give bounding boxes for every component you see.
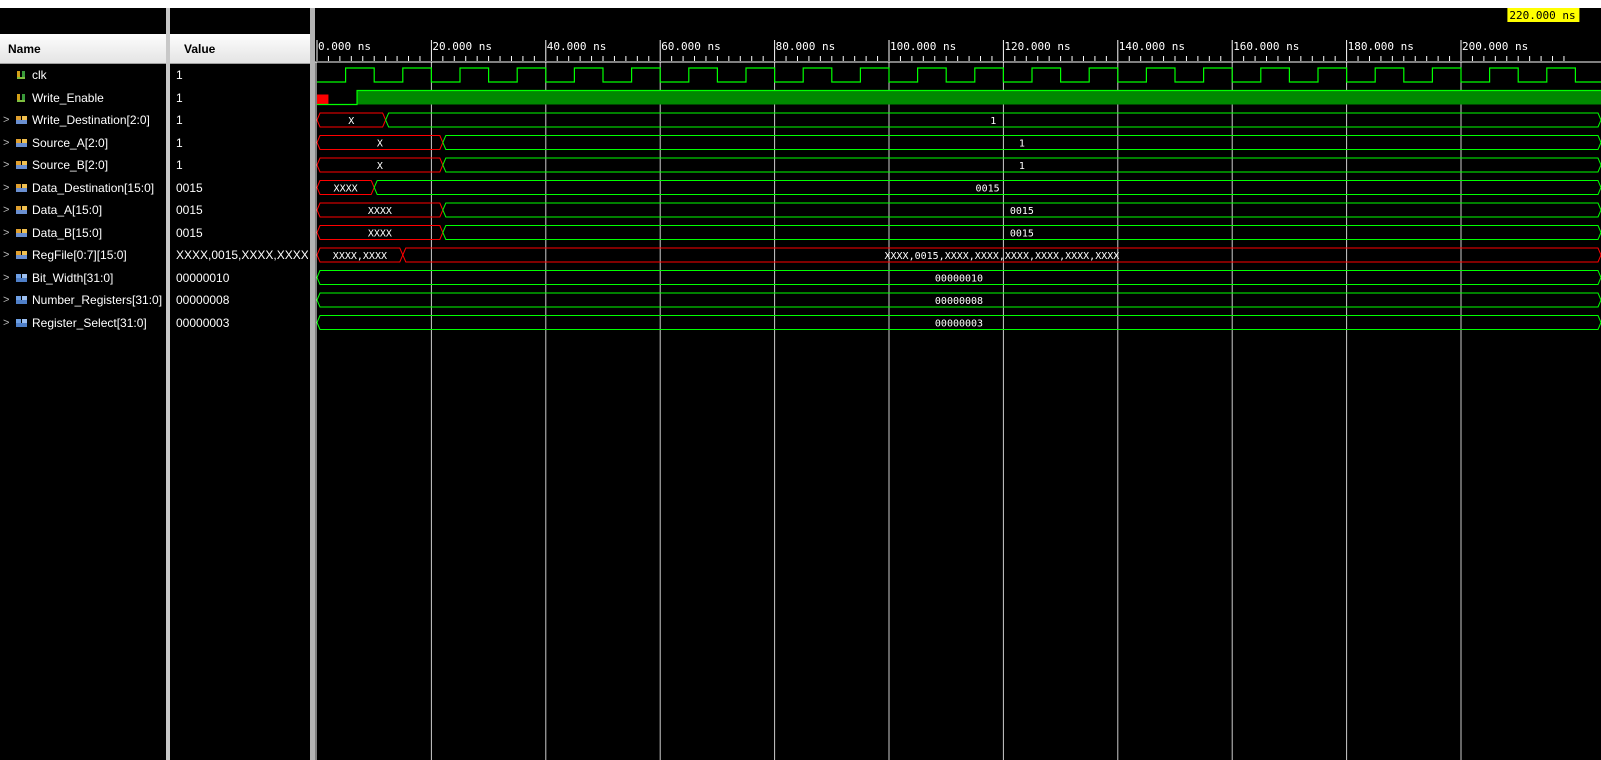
bus-value-segment-label: 0015 bbox=[1010, 229, 1034, 240]
expand-chevron-icon[interactable]: > bbox=[3, 312, 12, 334]
bus-signal-icon bbox=[16, 161, 27, 169]
tick-label: 80.000 ns bbox=[776, 40, 836, 53]
signal-name: Register_Select[31:0] bbox=[32, 315, 147, 330]
tick-label: 120.000 ns bbox=[1004, 40, 1070, 53]
signal-value: 1 bbox=[176, 90, 183, 105]
signal-value: 1 bbox=[176, 135, 183, 150]
signal-row[interactable]: > Data_Destination[15:0] bbox=[0, 177, 166, 199]
signal-value: 1 bbox=[176, 113, 183, 127]
param-signal-icon bbox=[16, 273, 27, 282]
expand-chevron-icon[interactable]: > bbox=[3, 154, 12, 176]
bus-unknown-segment-label: XXXX,XXXX bbox=[333, 251, 387, 262]
signal-value: 1 bbox=[176, 68, 183, 82]
bus-signal-icon bbox=[16, 183, 27, 192]
signal-row[interactable]: > Data_A[15:0] bbox=[0, 199, 166, 221]
signal-row[interactable]: > Bit_Width[31:0] bbox=[0, 267, 166, 289]
bus-unknown-segment-label: X bbox=[348, 116, 354, 127]
signal-value: 1 bbox=[176, 158, 183, 172]
signal-name: Data_B[15:0] bbox=[32, 225, 103, 240]
expand-chevron-icon[interactable]: > bbox=[3, 267, 12, 289]
tick-label: 60.000 ns bbox=[661, 40, 721, 53]
waveform-window: Name Value clk 1 Write_Enable 1 > Write_Desti… bbox=[0, 8, 1601, 760]
signal-name: Source_B[2:0] bbox=[32, 158, 109, 172]
signal-value: 00000008 bbox=[176, 293, 230, 307]
signal-name: RegFile[0:7][15:0] bbox=[32, 248, 127, 262]
tick-label: 140.000 ns bbox=[1119, 40, 1185, 53]
bus-signal-icon bbox=[16, 116, 27, 124]
signal-name: Write_Destination[2:0] bbox=[32, 113, 150, 127]
tick-label: 200.000 ns bbox=[1462, 40, 1528, 53]
bus-unknown-segment-label: XXXX bbox=[368, 229, 392, 240]
signal-name: Write_Enable bbox=[32, 90, 104, 105]
expand-chevron-icon[interactable]: > bbox=[3, 199, 12, 221]
bit-signal-icon bbox=[17, 71, 25, 79]
bus-signal-icon bbox=[16, 138, 27, 147]
signal-value: 0015 bbox=[176, 180, 203, 195]
tick-label: 40.000 ns bbox=[547, 40, 607, 53]
name-header[interactable]: Name bbox=[0, 34, 166, 64]
waveform-canvas[interactable]: 0.000 ns 20.000 ns 40.000 ns 60.000 ns 80.00… bbox=[315, 8, 1601, 760]
bit-signal-icon bbox=[17, 93, 25, 102]
signal-name: Source_A[2:0] bbox=[32, 135, 109, 150]
signal-name: clk bbox=[32, 68, 47, 82]
unknown-segment bbox=[317, 94, 329, 105]
expand-chevron-icon[interactable]: > bbox=[3, 109, 12, 131]
signal-name: Data_A[15:0] bbox=[32, 203, 103, 217]
signal-row[interactable]: > RegFile[0:7][15:0] bbox=[0, 244, 166, 266]
expand-chevron-icon[interactable]: > bbox=[3, 244, 12, 266]
signal-name: Data_Destination[15:0] bbox=[32, 180, 155, 195]
signal-value: 0015 bbox=[176, 225, 203, 240]
signal-row[interactable]: > Number_Registers[31:0] bbox=[0, 289, 166, 311]
bus-value-segment-label: 1 bbox=[990, 116, 996, 127]
clk-waveform bbox=[317, 67, 1601, 83]
bus-unknown-segment-label: X bbox=[377, 161, 383, 172]
signal-row[interactable]: > Register_Select[31:0] bbox=[0, 312, 166, 334]
tick-label: 180.000 ns bbox=[1348, 40, 1414, 53]
expand-chevron-icon[interactable]: > bbox=[3, 132, 12, 154]
cursor-label: 220.000 ns bbox=[1509, 9, 1575, 22]
signal-row[interactable]: > Source_A[2:0] bbox=[0, 132, 166, 154]
bus-value-segment-label: 0015 bbox=[1010, 206, 1034, 217]
bus-unknown-segment-label: XXXX bbox=[334, 184, 358, 195]
bus-value-segment-label: 1 bbox=[1019, 139, 1025, 150]
signal-value: XXXX,0015,XXXX,XXXX,XX bbox=[176, 248, 308, 262]
bus-signal-icon bbox=[16, 228, 27, 237]
bus-unknown-segment-label: X bbox=[377, 139, 383, 150]
expand-chevron-icon[interactable]: > bbox=[3, 222, 12, 244]
param-waveform-label: 00000003 bbox=[935, 319, 983, 330]
signal-name: Bit_Width[31:0] bbox=[32, 270, 114, 285]
signal-row[interactable]: > Source_B[2:0] bbox=[0, 154, 166, 176]
param-signal-icon bbox=[16, 296, 27, 304]
tick-label: 0.000 ns bbox=[318, 40, 371, 53]
signal-row[interactable]: Write_Enable bbox=[0, 87, 166, 109]
write-enable-high-fill bbox=[357, 90, 1601, 105]
bus-value-segment-label: 1 bbox=[1019, 161, 1025, 172]
expand-chevron-icon[interactable]: > bbox=[3, 177, 12, 199]
expand-chevron-icon[interactable]: > bbox=[3, 289, 12, 311]
param-signal-icon bbox=[16, 318, 27, 327]
value-header[interactable]: Value bbox=[170, 34, 310, 64]
signal-value: 00000010 bbox=[176, 270, 230, 285]
bus-unknown-segment-label: XXXX bbox=[368, 206, 392, 217]
param-waveform-label: 00000008 bbox=[935, 296, 983, 307]
tick-label: 160.000 ns bbox=[1233, 40, 1299, 53]
bus-signal-icon bbox=[16, 251, 27, 259]
signal-value: 00000003 bbox=[176, 315, 230, 330]
signal-row[interactable]: clk bbox=[0, 64, 166, 86]
signal-name: Number_Registers[31:0] bbox=[32, 293, 163, 307]
title-strip bbox=[0, 0, 1601, 8]
signal-row[interactable]: > Data_B[15:0] bbox=[0, 222, 166, 244]
bus-value-segment-label: 0015 bbox=[976, 184, 1000, 195]
waveform-pane[interactable]: 0.000 ns 20.000 ns 40.000 ns 60.000 ns 80.00… bbox=[315, 8, 1601, 760]
bus-signal-icon bbox=[16, 206, 27, 214]
signal-value: 0015 bbox=[176, 203, 203, 217]
tick-label: 20.000 ns bbox=[432, 40, 492, 53]
bus-value-segment-label: XXXX,0015,XXXX,XXXX,XXXX,XXXX,XXXX,XXXX bbox=[884, 251, 1119, 262]
tick-label: 100.000 ns bbox=[890, 40, 956, 53]
signal-row[interactable]: > Write_Destination[2:0] bbox=[0, 109, 166, 131]
param-waveform-label: 00000010 bbox=[935, 274, 983, 285]
